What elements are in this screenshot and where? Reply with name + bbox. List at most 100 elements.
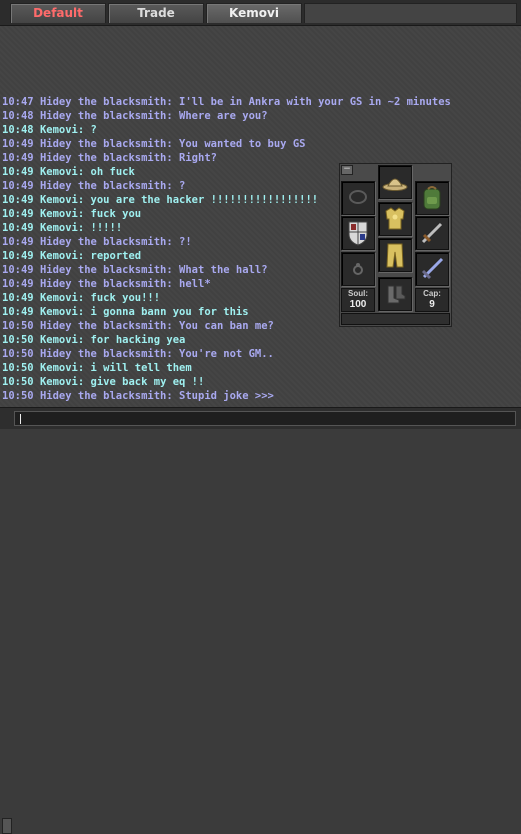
message-speaker: Hidey the blacksmith xyxy=(39,138,167,150)
blue-sword-icon xyxy=(421,257,444,280)
backpack-slot[interactable] xyxy=(415,181,449,215)
minimize-button[interactable]: − xyxy=(341,165,353,175)
chat-message: 10:50 Kemovi: for hacking yea xyxy=(2,334,186,346)
backpack-icon xyxy=(423,186,441,210)
message-speaker: Kemovi xyxy=(39,194,78,206)
message-text: oh fuck xyxy=(90,166,135,178)
message-text: hell* xyxy=(179,278,211,290)
scroll-handle[interactable] xyxy=(2,818,12,834)
message-text: for hacking yea xyxy=(90,334,186,346)
message-speaker: Kemovi xyxy=(39,250,78,262)
chat-message: 10:48 Hidey the blacksmith: Where are yo… xyxy=(2,110,268,122)
message-text: !!!!! xyxy=(90,222,123,234)
message-time: 10:49 xyxy=(2,166,34,178)
ring-slot[interactable] xyxy=(341,252,375,286)
message-speaker: Hidey the blacksmith xyxy=(39,96,167,108)
amulet-slot[interactable] xyxy=(341,181,375,215)
chat-message: 10:49 Hidey the blacksmith: You wanted t… xyxy=(2,138,306,150)
message-time: 10:49 xyxy=(2,292,34,304)
message-time: 10:50 xyxy=(2,334,34,346)
straw-hat-icon xyxy=(382,178,408,191)
message-text: ?! xyxy=(179,236,192,248)
message-speaker: Kemovi xyxy=(39,334,78,346)
message-speaker: Hidey the blacksmith xyxy=(39,180,167,192)
message-time: 10:49 xyxy=(2,306,34,318)
message-time: 10:49 xyxy=(2,278,34,290)
text-caret xyxy=(20,414,21,424)
message-speaker: Hidey the blacksmith xyxy=(39,348,167,360)
message-text: Stupid joke >>> xyxy=(179,390,274,402)
message-speaker: Kemovi xyxy=(39,306,78,318)
soul-value: 100 xyxy=(349,299,367,310)
tab-bar: Default Trade Kemovi xyxy=(0,0,521,26)
shield-slot[interactable] xyxy=(341,216,375,250)
message-speaker: Hidey the blacksmith xyxy=(39,390,167,402)
message-speaker: Kemovi xyxy=(39,166,78,178)
message-speaker: Kemovi xyxy=(39,376,78,388)
helmet-slot[interactable] xyxy=(378,165,412,199)
message-text: What the hall? xyxy=(179,264,268,276)
chat-message: 10:50 Hidey the blacksmith: You're not G… xyxy=(2,348,274,360)
chat-message: 10:48 Kemovi: ? xyxy=(2,124,97,136)
message-speaker: Hidey the blacksmith xyxy=(39,110,167,122)
message-time: 10:49 xyxy=(2,250,34,262)
tab-default[interactable]: Default xyxy=(10,3,106,23)
message-time: 10:49 xyxy=(2,236,34,248)
message-time: 10:48 xyxy=(2,124,34,136)
message-speaker: Hidey the blacksmith xyxy=(39,320,167,332)
tab-kemovi[interactable]: Kemovi xyxy=(206,3,302,23)
input-bar xyxy=(0,407,521,834)
message-time: 10:50 xyxy=(2,348,34,360)
ammo-bar xyxy=(341,313,450,325)
message-speaker: Kemovi xyxy=(39,292,78,304)
message-time: 10:49 xyxy=(2,152,34,164)
sword-icon xyxy=(421,222,443,244)
message-time: 10:49 xyxy=(2,194,34,206)
weapon-slot[interactable] xyxy=(415,216,449,250)
necklace-icon xyxy=(349,190,367,204)
message-text: fuck you xyxy=(90,208,142,220)
message-text: ? xyxy=(90,124,97,136)
message-text: You can ban me? xyxy=(179,320,274,332)
message-text: you are the hacker !!!!!!!!!!!!!!!!! xyxy=(90,194,319,206)
message-text: reported xyxy=(90,250,142,262)
ring-icon xyxy=(353,263,363,275)
tab-trade[interactable]: Trade xyxy=(108,3,204,23)
message-time: 10:49 xyxy=(2,180,34,192)
capacity: Cap: 9 xyxy=(415,288,449,312)
message-text: You're not GM.. xyxy=(179,348,274,360)
soul-points: Soul: 100 xyxy=(341,288,375,312)
legs-slot[interactable] xyxy=(378,238,412,272)
message-time: 10:50 xyxy=(2,376,34,388)
message-time: 10:50 xyxy=(2,320,34,332)
golden-legs-icon xyxy=(386,243,404,268)
message-time: 10:49 xyxy=(2,264,34,276)
soul-label: Soul: xyxy=(348,289,368,298)
message-speaker: Hidey the blacksmith xyxy=(39,264,167,276)
message-text: Where are you? xyxy=(179,110,268,122)
chat-message: 10:50 Kemovi: i will tell them xyxy=(2,362,192,374)
equipment-panel: − Soul: 100 Cap: 9 xyxy=(339,163,452,327)
message-time: 10:48 xyxy=(2,110,34,122)
message-text: ? xyxy=(179,180,186,192)
message-speaker: Hidey the blacksmith xyxy=(39,278,167,290)
message-speaker: Kemovi xyxy=(39,362,78,374)
message-time: 10:49 xyxy=(2,138,34,150)
message-text: i gonna bann you for this xyxy=(90,306,249,318)
message-time: 10:50 xyxy=(2,362,34,374)
golden-armor-icon xyxy=(385,207,405,230)
chat-message: 10:50 Hidey the blacksmith: Stupid joke … xyxy=(2,390,274,402)
message-text: I'll be in Ankra with your GS in ~2 minu… xyxy=(179,96,451,108)
message-speaker: Hidey the blacksmith xyxy=(39,152,167,164)
boots-icon xyxy=(387,285,406,304)
message-text: give back my eq !! xyxy=(90,376,205,388)
offhand-slot[interactable] xyxy=(415,252,449,286)
message-text: Right? xyxy=(179,152,217,164)
message-text: fuck you!!! xyxy=(90,292,161,304)
chat-input[interactable] xyxy=(14,411,516,426)
chat-message: 10:47 Hidey the blacksmith: I'll be in A… xyxy=(2,96,451,108)
message-time: 10:47 xyxy=(2,96,34,108)
armor-slot[interactable] xyxy=(378,202,412,236)
message-speaker: Kemovi xyxy=(39,208,78,220)
boots-slot[interactable] xyxy=(378,277,412,311)
